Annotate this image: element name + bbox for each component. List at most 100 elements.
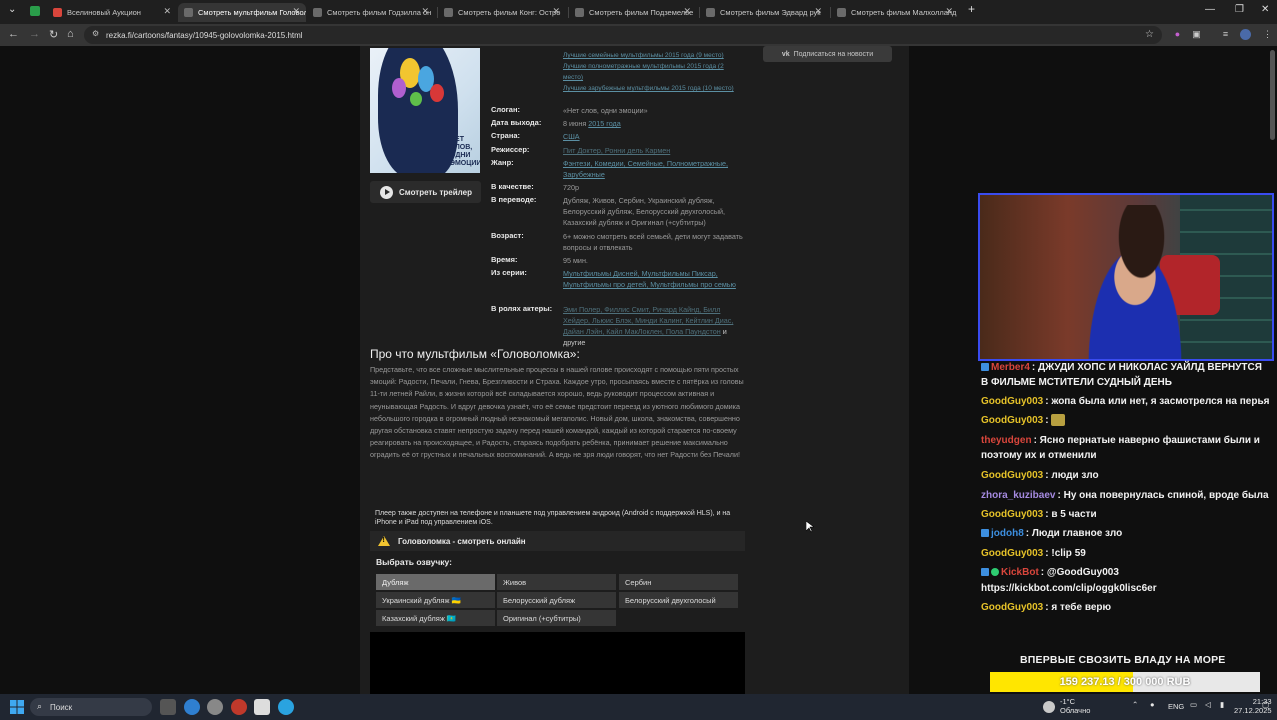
movie-poster[interactable]: НЕТ СЛОВ, ОДНИ ЭМОЦИИ (370, 48, 480, 173)
minimize-icon[interactable]: — (1205, 4, 1215, 15)
weather-widget[interactable]: -1°C Облачно (1060, 697, 1090, 715)
release-year-link[interactable]: 2015 года (588, 119, 620, 128)
sheets-icon[interactable] (30, 6, 40, 16)
chat-message: zhora_kuzibaev: Ну она повернулась спино… (981, 490, 1269, 501)
list-link[interactable]: Лучшие полнометражные мультфильмы 2015 г… (563, 63, 724, 81)
verified-badge-icon (991, 568, 999, 577)
browser-tab-bar: ⌄ Вселиновый Аукцион ✕ Смотреть мультфил… (0, 0, 1277, 24)
tab-favicon-icon (837, 8, 846, 17)
dub-option-zhivov[interactable]: Живов (497, 574, 616, 590)
battery-icon[interactable]: ▮ (1220, 700, 1224, 709)
tab-favicon-icon (575, 8, 584, 17)
tab-auction[interactable]: Вселиновый Аукцион ✕ (47, 3, 177, 22)
chat-message: В ФИЛЬМЕ МСТИТЕЛИ СУДНЫЙ ДЕНЬ (981, 377, 1172, 388)
site-info-icon[interactable]: ⚙ (92, 29, 99, 38)
telegram-icon[interactable] (278, 699, 294, 715)
tray-chevron-icon[interactable]: ⌃ (1132, 700, 1138, 709)
back-icon[interactable]: ← (8, 28, 19, 40)
forward-icon[interactable]: → (29, 28, 40, 40)
country-link[interactable]: США (563, 132, 580, 141)
ratings-lists: Лучшие семейные мультфильмы 2015 года (9… (563, 50, 743, 94)
dub-option-original[interactable]: Оригинал (+субтитры) (497, 610, 616, 626)
subscribe-news-button[interactable]: vk Подписаться на новости (763, 46, 892, 62)
chat-message: GoodGuy003: в 5 части (981, 509, 1097, 520)
close-tab-icon[interactable]: ✕ (163, 6, 171, 17)
tab-godzilla[interactable]: Смотреть фильм Годзилла он ✕ (307, 3, 435, 22)
chat-badge-icon (981, 529, 989, 538)
microphone-icon[interactable]: ● (1150, 700, 1155, 709)
donation-goal-bar: 159 237.13 / 300 000 RUB (990, 672, 1260, 692)
dub-option-ukrainian[interactable]: Украинский дубляж 🇺🇦 (376, 592, 495, 608)
chat-message: jodoh8: Люди главное зло (981, 524, 1277, 544)
video-player[interactable] (370, 632, 745, 694)
close-tab-icon[interactable]: ✕ (945, 6, 953, 17)
genre-link[interactable]: Фэнтези, Комедии, Семейные, Полнометражн… (563, 159, 728, 179)
tab-mulholland[interactable]: Смотреть фильм Малхолланд ✕ (831, 3, 959, 22)
extensions-puzzle-icon[interactable]: ▣ (1191, 29, 1202, 40)
chat-emote-icon (1051, 414, 1066, 427)
bookmark-star-icon[interactable]: ☆ (1145, 29, 1154, 40)
close-tab-icon[interactable]: ✕ (292, 6, 300, 17)
stream-chat: Merber4: ДЖУДИ ХОПС И НИКОЛАС УАЙЛД ВЕРН… (978, 358, 1277, 628)
chrome-icon[interactable] (184, 699, 200, 715)
list-link[interactable]: Лучшие семейные мультфильмы 2015 года (9… (563, 52, 724, 59)
reload-icon[interactable]: ↻ (49, 28, 58, 41)
chat-message: GoodGuy003: я тебе верю (981, 602, 1112, 613)
director-value: Пит Доктер, Ронни дель Кармен (563, 145, 743, 156)
cast-link[interactable]: Эми Полер, Филлис Смит, Ричард Кайнд, Би… (563, 305, 733, 336)
cast-value: Эми Полер, Филлис Смит, Ричард Кайнд, Би… (563, 305, 734, 347)
quality-value: 720p (563, 183, 579, 192)
app-icon[interactable] (231, 699, 247, 715)
app-icon[interactable] (254, 699, 270, 715)
page-scrollbar[interactable] (1270, 50, 1275, 140)
list-link[interactable]: Лучшие зарубежные мультфильмы 2015 года … (563, 85, 734, 92)
series-label: Из серии: (491, 268, 527, 277)
taskbar-search[interactable]: ⌕ Поиск (30, 698, 152, 716)
dub-option-belarusian[interactable]: Белорусский дубляж (497, 592, 616, 608)
language-indicator[interactable]: ENG (1168, 702, 1184, 711)
cast-label: В ролях актеры: (491, 304, 553, 313)
weather-icon[interactable] (1043, 701, 1055, 713)
dub-option-belarusian-two-voice[interactable]: Белорусский двухголосый (619, 592, 738, 608)
close-tab-icon[interactable]: ✕ (814, 6, 822, 17)
notifications-icon[interactable]: ▢ (1262, 700, 1269, 709)
director-link[interactable]: Пит Доктер, Ронни дель Кармен (563, 146, 670, 155)
address-bar[interactable]: ⚙ rezka.fi/cartoons/fantasy/10945-golovo… (84, 26, 1162, 44)
dub-option-dublyazh[interactable]: Дубляж (376, 574, 495, 590)
dub-option-kazakh[interactable]: Казахский дубляж 🇰🇿 (376, 610, 495, 626)
tab-edward[interactable]: Смотреть фильм Эдвард рук ✕ (700, 3, 828, 22)
genre-label: Жанр: (491, 158, 514, 167)
poster-slogan: НЕТ СЛОВ, ОДНИ ЭМОЦИИ (450, 136, 480, 167)
series-link[interactable]: Мультфильмы Дисней, Мультфильмы Пиксар, … (563, 269, 736, 289)
tab-golovolomka[interactable]: Смотреть мультфильм Головол ✕ (178, 3, 306, 22)
translation-label: В переводе: (491, 195, 537, 204)
tab-menu-icon[interactable]: ⌄ (8, 4, 16, 15)
tab-search-icon[interactable]: ≡ (1220, 29, 1231, 40)
home-icon[interactable]: ⌂ (67, 28, 74, 40)
profile-avatar-icon[interactable] (1240, 29, 1251, 40)
close-tab-icon[interactable]: ✕ (683, 6, 691, 17)
watch-trailer-button[interactable]: Смотреть трейлер (370, 181, 481, 203)
tab-kong[interactable]: Смотреть фильм Конг: Остро ✕ (438, 3, 566, 22)
new-tab-icon[interactable]: + (968, 2, 975, 16)
task-view-icon[interactable] (160, 699, 176, 715)
player-header: Головоломка - смотреть онлайн (370, 531, 745, 551)
dub-label: Выбрать озвучку: (376, 557, 452, 567)
dub-option-serbin[interactable]: Сербин (619, 574, 738, 590)
extension-icon[interactable]: ● (1172, 29, 1183, 40)
app-icon[interactable] (207, 699, 223, 715)
volume-icon[interactable]: ◁ (1205, 700, 1211, 709)
windows-start-icon[interactable] (9, 699, 25, 715)
time-value: 95 мин. (563, 256, 588, 265)
slogan-value: «Нет слов, одни эмоции» (563, 106, 648, 115)
release-value: 8 июня 2015 года (563, 119, 621, 128)
tab-podzemelye[interactable]: Смотреть фильм Подземелье ✕ (569, 3, 697, 22)
close-window-icon[interactable]: ✕ (1261, 4, 1269, 15)
browser-menu-icon[interactable]: ⋮ (1262, 29, 1273, 40)
chat-badge-icon (981, 363, 989, 372)
network-icon[interactable]: ▭ (1190, 700, 1197, 709)
tab-favicon-icon (313, 8, 322, 17)
close-tab-icon[interactable]: ✕ (552, 6, 560, 17)
close-tab-icon[interactable]: ✕ (421, 6, 429, 17)
maximize-icon[interactable]: ❐ (1235, 4, 1244, 15)
